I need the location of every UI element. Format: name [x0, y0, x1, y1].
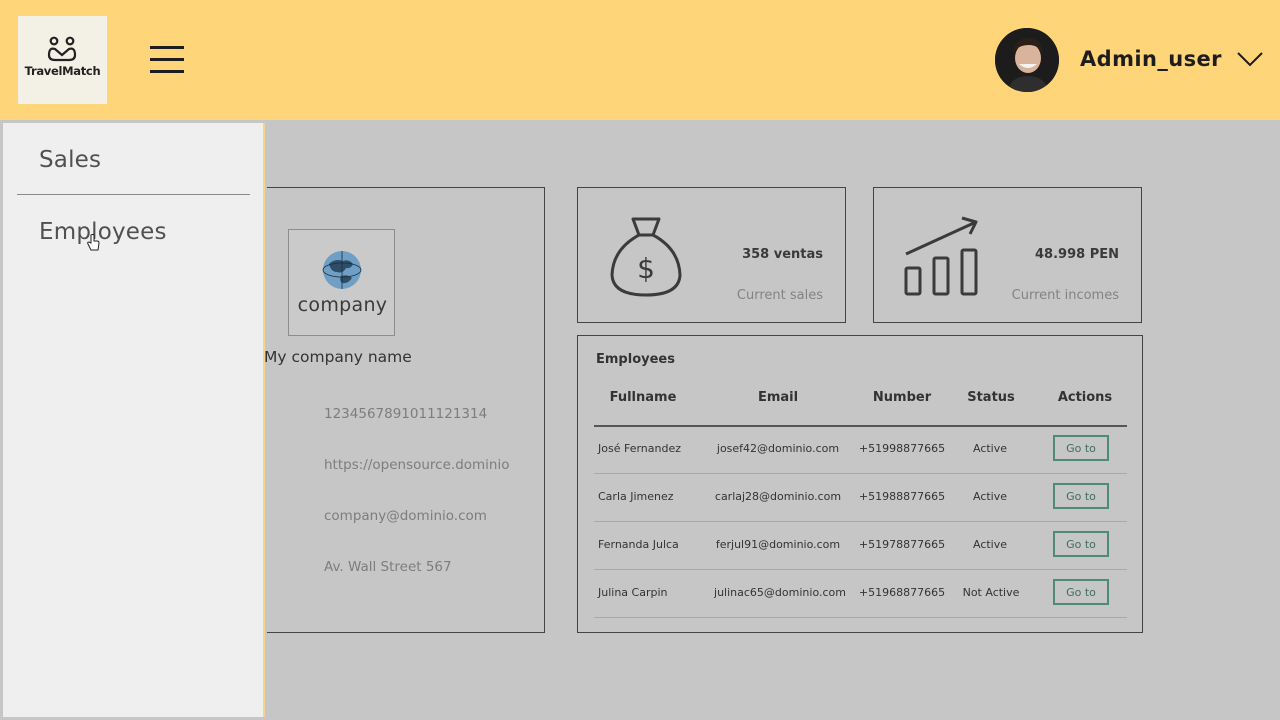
logo-text: TravelMatch [24, 64, 101, 78]
employee-fullname: Carla Jimenez [598, 490, 674, 503]
menu-divider [17, 194, 250, 195]
employee-status: Active [972, 538, 1008, 551]
chevron-down-icon[interactable] [1236, 50, 1264, 68]
top-header: TravelMatch Admin_user [0, 0, 1280, 120]
globe-icon [322, 251, 362, 289]
column-header-email: Email [757, 390, 799, 405]
employee-status: Active [972, 490, 1008, 503]
employee-status: Active [972, 442, 1008, 455]
employee-email: carlaj28@dominio.com [714, 490, 842, 503]
employees-table-card: Employees Fullname Email Number Status A… [577, 335, 1143, 633]
side-menu: Sales Employees [3, 123, 265, 717]
go-to-button[interactable]: Go to [1053, 483, 1109, 509]
employee-email: ferjul91@dominio.com [715, 538, 841, 551]
company-info-card: company My company name 1234567891011121… [264, 187, 545, 633]
employees-table-title: Employees [596, 352, 675, 367]
sales-value: 358 ventas [742, 247, 823, 262]
column-header-number: Number [872, 390, 932, 405]
sales-label: Current sales [736, 288, 823, 303]
company-email: company@dominio.com [324, 508, 487, 524]
go-to-button[interactable]: Go to [1053, 579, 1109, 605]
company-address: Av. Wall Street 567 [324, 559, 452, 575]
current-sales-card: $ 358 ventas Current sales [577, 187, 846, 323]
company-name: My company name [264, 348, 412, 366]
employee-number: +51968877665 [858, 586, 946, 599]
column-header-actions: Actions [1057, 390, 1113, 405]
go-to-button[interactable]: Go to [1053, 435, 1109, 461]
user-avatar[interactable] [995, 28, 1059, 92]
svg-text:$: $ [637, 252, 655, 285]
table-row: Fernanda Julca ferjul91@dominio.com +519… [594, 522, 1127, 570]
table-row: José Fernandez josef42@dominio.com +5199… [594, 426, 1127, 474]
employee-fullname: Fernanda Julca [598, 538, 679, 551]
employee-number: +51978877665 [858, 538, 946, 551]
company-logo-text: company [297, 294, 388, 316]
company-website: https://opensource.dominio [324, 457, 510, 473]
column-header-status: Status [967, 390, 1015, 405]
employee-fullname: Julina Carpin [598, 586, 668, 599]
company-logo: company [288, 229, 395, 336]
username-label[interactable]: Admin_user [1080, 47, 1222, 71]
table-row: Julina Carpin julinac65@dominio.com +519… [594, 570, 1127, 618]
employee-status: Not Active [962, 586, 1020, 599]
incomes-label: Current incomes [1011, 288, 1119, 303]
employee-number: +51998877665 [858, 442, 946, 455]
employee-fullname: José Fernandez [598, 442, 681, 455]
employee-email: josef42@dominio.com [716, 442, 840, 455]
column-header-fullname: Fullname [609, 390, 677, 405]
hamburger-menu-icon[interactable] [150, 44, 186, 74]
company-ruc: 1234567891011121314 [324, 406, 488, 422]
incomes-value: 48.998 PEN [1035, 247, 1119, 262]
avatar-photo-icon [995, 28, 1059, 92]
growth-chart-icon [904, 216, 978, 296]
current-incomes-card: 48.998 PEN Current incomes [873, 187, 1142, 323]
money-bag-icon: $ [610, 217, 682, 297]
hand-pointer-cursor-icon [87, 234, 100, 251]
sidebar-item-sales[interactable]: Sales [39, 147, 101, 173]
employee-email: julinac65@dominio.com [714, 586, 846, 599]
go-to-button[interactable]: Go to [1053, 531, 1109, 557]
travel-match-logo-icon [47, 36, 77, 62]
sidebar-item-employees[interactable]: Employees [39, 219, 167, 245]
table-row: Carla Jimenez carlaj28@dominio.com +5198… [594, 474, 1127, 522]
app-logo[interactable]: TravelMatch [18, 16, 107, 104]
employee-number: +51988877665 [858, 490, 946, 503]
